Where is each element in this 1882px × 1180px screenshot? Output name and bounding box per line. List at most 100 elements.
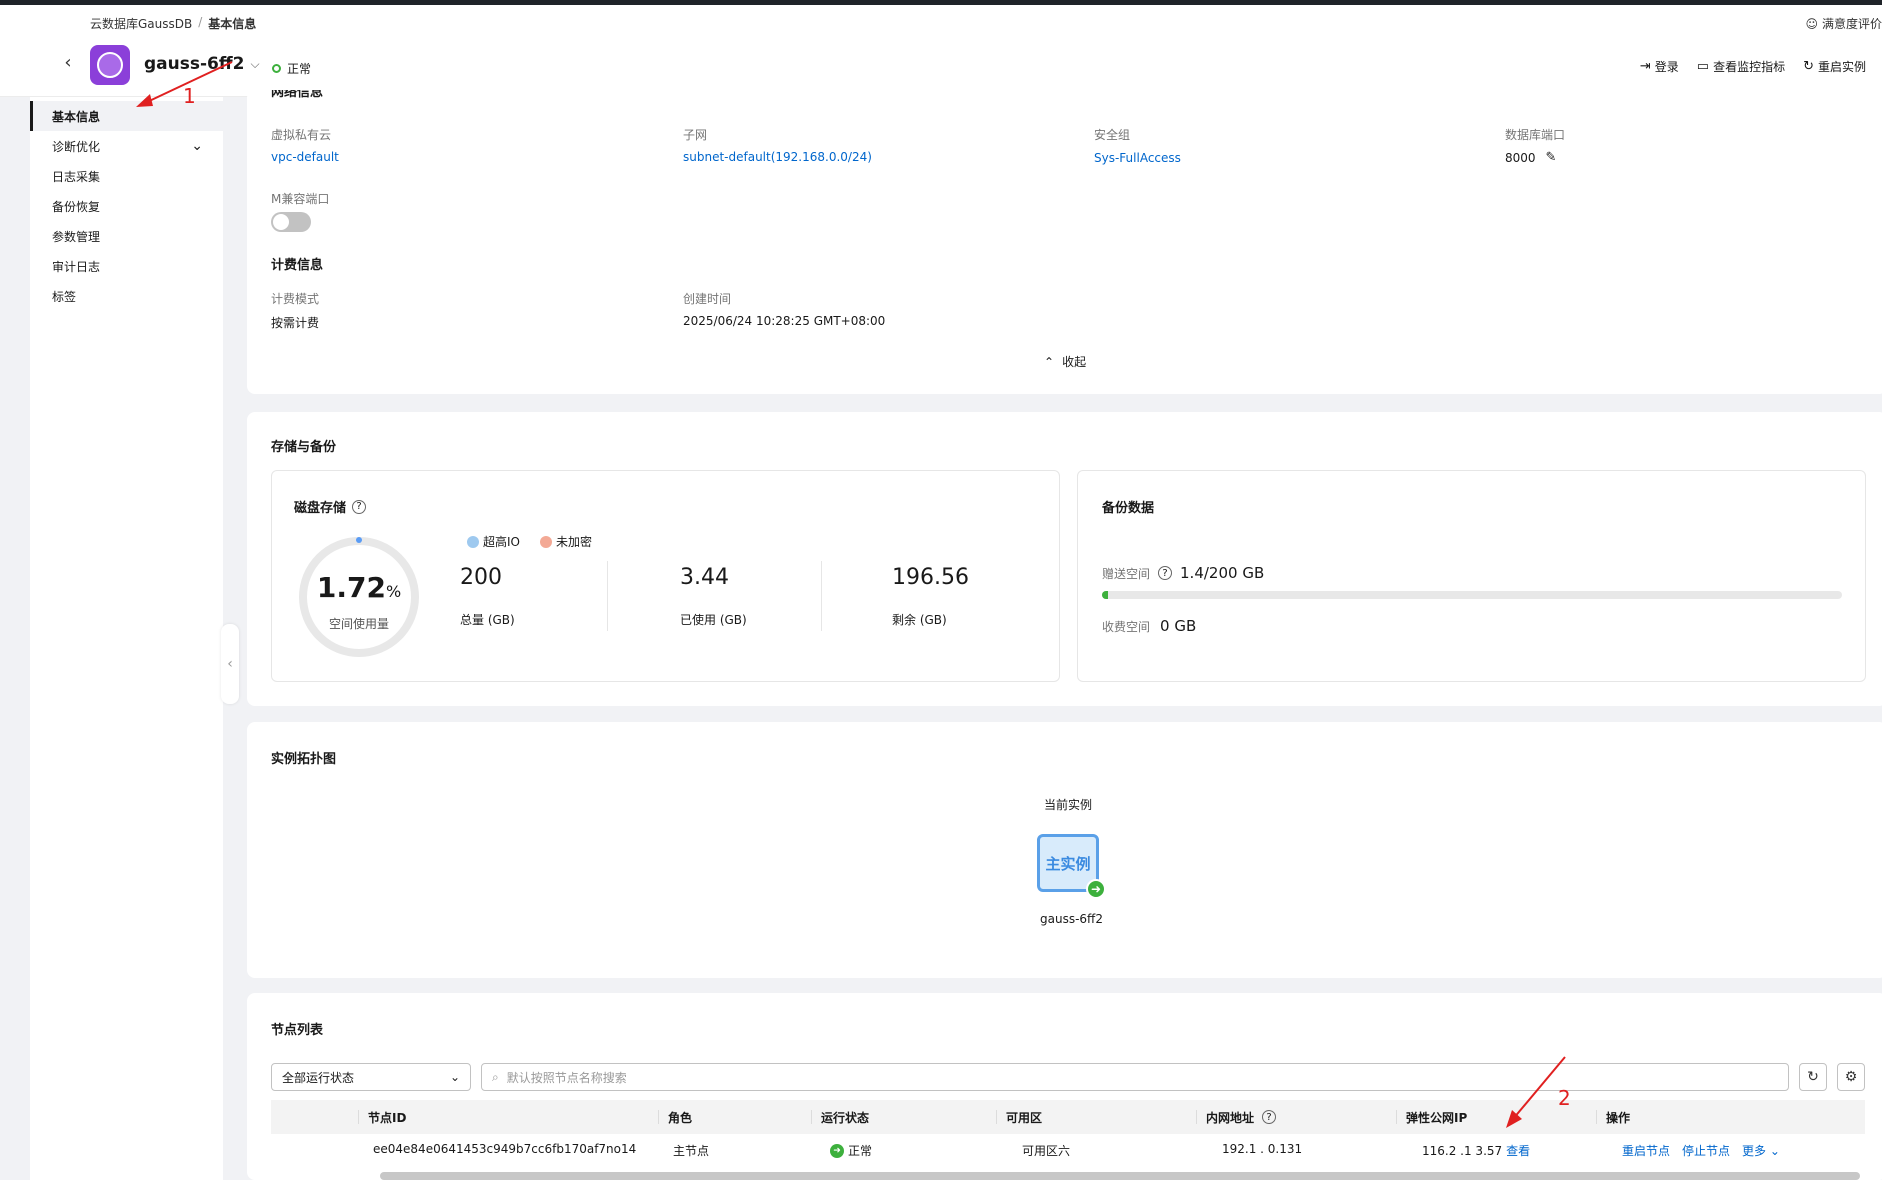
created-time-label: 创建时间 xyxy=(683,292,732,306)
collapse-button[interactable]: ⌃ 收起 xyxy=(1044,353,1086,370)
restart-instance-label: 重启实例 xyxy=(1817,60,1866,74)
security-group-label: 安全组 xyxy=(1094,128,1131,142)
sidebar-item-log-collection[interactable]: 日志采集 xyxy=(30,161,223,191)
column-label: 弹性公网IP xyxy=(1406,1110,1468,1125)
back-button[interactable]: ‹ xyxy=(58,51,78,73)
topology-node-name: gauss-6ff2 xyxy=(1040,912,1103,926)
breadcrumb-root[interactable]: 云数据库GaussDB xyxy=(90,15,192,32)
security-group-link[interactable]: Sys-FullAccess xyxy=(1094,151,1181,165)
lock-icon xyxy=(540,535,552,548)
primary-instance-node[interactable]: 主实例 ➜ xyxy=(1037,834,1106,899)
run-status-cell: ➜ 正常 xyxy=(830,1142,872,1159)
m-compat-port-toggle[interactable] xyxy=(271,212,311,232)
search-icon: ⌕ xyxy=(492,1069,499,1084)
sidebar-item-backup-restore[interactable]: 备份恢复 xyxy=(30,191,223,221)
chevron-up-icon: ⌃ xyxy=(1044,354,1055,369)
chevron-down-icon: ⌄ xyxy=(1769,1144,1780,1158)
node-list-title: 节点列表 xyxy=(271,1023,324,1038)
backup-data-title: 备份数据 xyxy=(1102,501,1155,516)
disk-storage-panel: 磁盘存储 ? 1.72% 空间使用量 超高IO 未加密 200 总量 (GB) … xyxy=(271,470,1060,682)
view-metrics-label: 查看监控指标 xyxy=(1713,60,1786,74)
usage-ring-indicator xyxy=(356,537,362,543)
vpc-link[interactable]: vpc-default xyxy=(271,150,339,164)
login-button[interactable]: ⇥ 登录 xyxy=(1640,58,1679,75)
sidebar: 基本信息 诊断优化 ⌄ 日志采集 备份恢复 参数管理 审计日志 标签 xyxy=(30,97,223,1180)
annotation-label-2: 2 xyxy=(1558,1086,1571,1110)
usage-percent: 1.72% xyxy=(299,571,419,604)
stop-node-link[interactable]: 停止节点 xyxy=(1682,1142,1730,1159)
divider xyxy=(821,561,822,631)
disk-storage-label: 磁盘存储 xyxy=(294,501,347,516)
edit-icon[interactable]: ✎ xyxy=(1546,150,1557,165)
view-metrics-button[interactable]: ▭ 查看监控指标 xyxy=(1697,58,1785,75)
page-header: 云数据库GaussDB / 基本信息 ☺ 满意度评价 ‹ gauss-6ff2 … xyxy=(0,5,1882,97)
m-compat-port-label: M兼容端口 xyxy=(271,192,330,206)
column-header-private-ip: 内网地址? xyxy=(1196,1100,1277,1134)
unencrypted-tag: 未加密 xyxy=(540,533,592,550)
chevron-left-icon: ‹ xyxy=(227,656,233,672)
ops-cell: 重启节点 停止节点 更多 ⌄ xyxy=(1622,1142,1780,1159)
billing-section-title: 计费信息 xyxy=(271,258,324,273)
storage-section-title: 存储与备份 xyxy=(271,440,337,455)
eip-view-link[interactable]: 查看 xyxy=(1506,1142,1530,1159)
column-label: 节点ID xyxy=(368,1110,407,1125)
help-icon[interactable]: ? xyxy=(1262,1110,1277,1124)
success-check-icon: ➜ xyxy=(830,1143,844,1158)
primary-instance-text: 主实例 xyxy=(1045,854,1091,873)
subnet-link[interactable]: subnet-default(192.168.0.0/24) xyxy=(683,150,872,164)
breadcrumb: 云数据库GaussDB / 基本信息 xyxy=(90,15,256,32)
column-header-role: 角色 xyxy=(658,1100,692,1134)
help-icon[interactable]: ? xyxy=(1158,566,1173,580)
node-search-input[interactable]: ⌕ 默认按照节点名称搜索 xyxy=(481,1063,1789,1091)
refresh-icon: ↻ xyxy=(1807,1069,1819,1085)
more-dropdown[interactable]: 更多 ⌄ xyxy=(1742,1142,1780,1159)
sidebar-item-label: 标签 xyxy=(52,289,77,304)
total-label: 总量 (GB) xyxy=(460,613,515,627)
status-filter-select[interactable]: 全部运行状态 ⌄ xyxy=(271,1063,471,1091)
column-header-eip: 弹性公网IP xyxy=(1396,1100,1468,1134)
monitor-icon: ▭ xyxy=(1696,59,1710,74)
column-label: 可用区 xyxy=(1006,1110,1043,1125)
feedback-button[interactable]: ☺ 满意度评价 xyxy=(1805,15,1882,32)
instance-selector[interactable]: gauss-6ff2 ⌵ xyxy=(144,54,260,74)
column-header-az: 可用区 xyxy=(996,1100,1043,1134)
sidebar-item-label: 诊断优化 xyxy=(52,139,101,154)
backup-data-panel: 备份数据 赠送空间 ? 1.4/200 GB 收费空间 0 GB xyxy=(1077,470,1866,682)
refresh-button[interactable]: ↻ xyxy=(1799,1063,1827,1091)
smile-icon: ☺ xyxy=(1805,16,1818,31)
remain-label: 剩余 (GB) xyxy=(892,613,947,627)
horizontal-scrollbar[interactable] xyxy=(380,1172,1860,1180)
sidebar-item-diagnosis[interactable]: 诊断优化 ⌄ xyxy=(30,131,223,161)
sidebar-item-params[interactable]: 参数管理 xyxy=(30,221,223,251)
sidebar-item-label: 参数管理 xyxy=(52,229,101,244)
more-label: 更多 xyxy=(1742,1144,1767,1158)
vpc-label: 虚拟私有云 xyxy=(271,128,332,142)
column-label: 运行状态 xyxy=(821,1110,870,1125)
network-section-title: 网络信息 xyxy=(271,90,324,100)
breadcrumb-separator: / xyxy=(198,15,203,29)
restart-node-link[interactable]: 重启节点 xyxy=(1622,1142,1670,1159)
paid-space-row: 收费空间 0 GB xyxy=(1102,617,1196,635)
free-space-value: 1.4/200 GB xyxy=(1180,564,1265,582)
eip-cell: 116.2 .1 3.57 查看 xyxy=(1422,1142,1530,1159)
restart-instance-button[interactable]: ↻ 重启实例 xyxy=(1803,58,1866,75)
breadcrumb-current: 基本信息 xyxy=(208,17,257,31)
gaussdb-logo xyxy=(90,45,130,85)
sidebar-item-tags[interactable]: 标签 xyxy=(30,281,223,311)
divider xyxy=(607,561,608,631)
paid-space-value: 0 GB xyxy=(1160,617,1197,635)
basic-info-card: 网络信息 虚拟私有云 vpc-default 子网 subnet-default… xyxy=(247,90,1882,394)
settings-button[interactable]: ⚙ xyxy=(1837,1063,1865,1091)
column-label: 操作 xyxy=(1606,1110,1631,1125)
billing-mode-label: 计费模式 xyxy=(271,292,320,306)
sidebar-collapse-handle[interactable]: ‹ xyxy=(221,624,239,704)
chevron-left-icon: ‹ xyxy=(64,51,72,73)
help-icon[interactable]: ? xyxy=(352,499,367,514)
sidebar-item-audit-log[interactable]: 审计日志 xyxy=(30,251,223,281)
db-port-value: 8000 xyxy=(1505,150,1536,165)
chevron-down-icon: ⌄ xyxy=(449,1070,460,1084)
login-icon: ⇥ xyxy=(1639,59,1651,74)
total-value: 200 xyxy=(460,565,502,590)
sidebar-item-label: 备份恢复 xyxy=(52,199,101,214)
az-cell: 可用区六 xyxy=(1022,1144,1071,1158)
